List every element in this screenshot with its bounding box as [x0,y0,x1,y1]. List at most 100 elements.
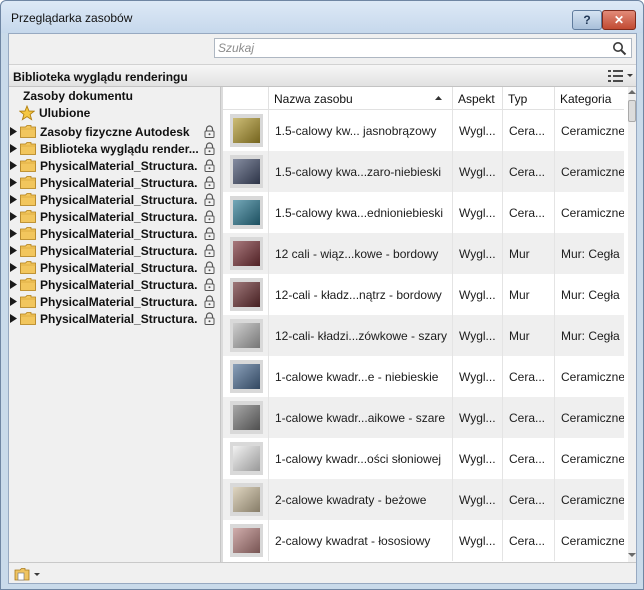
material-swatch [230,114,263,147]
asset-aspect: Wygl... [452,315,502,356]
asset-row[interactable]: 1-calowe kwadr...aikowe - szare Wygl... Ce… [223,397,624,438]
close-button[interactable]: ✕ [602,10,636,30]
expand-arrow-icon[interactable] [10,280,17,289]
tree-item-label: PhysicalMaterial_Structura... [40,192,198,207]
list-view-icon [608,70,633,82]
tree-item-library[interactable]: Biblioteka wyglądu render... [10,140,216,157]
asset-type: Mur [502,315,554,356]
tree-item-library[interactable]: PhysicalMaterial_Structura... [10,174,216,191]
column-header-type[interactable]: Typ [502,87,554,110]
tree-item-library[interactable]: PhysicalMaterial_Structura... [10,276,216,293]
scroll-down-icon[interactable] [628,552,636,558]
search-box[interactable] [214,38,632,58]
scroll-up-icon[interactable] [628,89,636,95]
asset-type: Cera... [502,520,554,561]
lock-icon [204,278,215,291]
expand-arrow-icon[interactable] [10,178,17,187]
expand-arrow-icon[interactable] [10,314,17,323]
material-thumbnail [230,319,263,352]
material-swatch [230,278,263,311]
asset-type: Mur [502,233,554,274]
tree-item-label: Zasoby fizyczne Autodesk [40,124,190,139]
asset-aspect: Wygl... [452,110,502,151]
asset-row[interactable]: 1.5-calowy kwa...zaro-niebieski Wygl... Ce… [223,151,624,192]
asset-name: 1-calowe kwadr...aikowe - szare [268,397,452,438]
search-input[interactable] [218,40,598,56]
tree-item-library[interactable]: PhysicalMaterial_Structura... [10,225,216,242]
lock-icon [204,125,215,138]
scroll-thumb[interactable] [628,100,636,122]
asset-row[interactable]: 2-calowy kwadrat - łososiowy Wygl... Cera.… [223,520,624,561]
tree-item-library[interactable]: PhysicalMaterial_Structura... [10,191,216,208]
tree-item-library[interactable]: PhysicalMaterial_Structura... [10,242,216,259]
bottom-toolbar [9,562,636,583]
asset-aspect: Wygl... [452,397,502,438]
asset-row[interactable]: 1.5-calowy kw... jasnobrązowy Wygl... Cera… [223,110,624,151]
lock-icon [204,176,215,189]
asset-name: 1.5-calowy kw... jasnobrązowy [268,110,452,151]
help-icon: ? [583,13,591,27]
tree-item-label: PhysicalMaterial_Structura... [40,226,198,241]
library-title: Biblioteka wyglądu renderingu [13,70,188,84]
favorites-label: Ulubione [39,106,91,120]
expand-arrow-icon[interactable] [10,144,17,153]
asset-aspect: Wygl... [452,438,502,479]
help-button[interactable]: ? [572,10,602,30]
asset-row[interactable]: 2-calowe kwadraty - beżowe Wygl... Cera...… [223,479,624,520]
tree-item-library[interactable]: PhysicalMaterial_Structura... [10,208,216,225]
search-icon[interactable] [612,41,627,56]
asset-type: Cera... [502,151,554,192]
material-swatch [230,319,263,352]
column-header-aspect[interactable]: Aspekt [452,87,502,110]
column-header-category[interactable]: Kategoria [554,87,624,110]
column-header-name-label: Nazwa zasobu [274,92,353,106]
lock-icon [204,295,215,308]
lock-icon [204,193,215,206]
asset-row[interactable]: 12-cali - kładz...nątrz - bordowy Wygl...… [223,274,624,315]
tree-item-library[interactable]: PhysicalMaterial_Structura... [10,293,216,310]
tree-item-library[interactable]: PhysicalMaterial_Structura... [10,310,216,327]
library-tree: Zasoby dokumentu Ulubione Zasoby fizyczn… [9,87,220,562]
expand-arrow-icon[interactable] [10,212,17,221]
folder-icon [20,193,36,206]
expand-arrow-icon[interactable] [10,127,17,136]
expand-arrow-icon[interactable] [10,297,17,306]
expand-arrow-icon[interactable] [10,229,17,238]
tree-item-label: PhysicalMaterial_Structura... [40,175,198,190]
manage-libraries-button[interactable] [13,566,43,582]
material-thumbnail [230,196,263,229]
vertical-scrollbar[interactable] [628,87,636,562]
title-bar[interactable]: Przeglądarka zasobów ? ✕ [1,1,643,33]
asset-aspect: Wygl... [452,520,502,561]
expand-arrow-icon[interactable] [10,246,17,255]
asset-category: Ceramiczne: K [554,438,624,479]
asset-row[interactable]: 12-cali- kładzi...zówkowe - szary Wygl...… [223,315,624,356]
view-options-button[interactable] [606,68,634,84]
material-swatch [230,401,263,434]
material-swatch [230,360,263,393]
material-swatch [230,196,263,229]
asset-category: Ceramiczne: K [554,356,624,397]
column-header-name[interactable]: Nazwa zasobu [268,87,452,110]
tree-item-library[interactable]: PhysicalMaterial_Structura... [10,259,216,276]
folder-icon [20,244,36,257]
tree-item-document-assets[interactable]: Zasoby dokumentu [23,89,133,103]
tree-item-label: PhysicalMaterial_Structura... [40,260,198,275]
tree-item-library[interactable]: Zasoby fizyczne Autodesk [10,123,216,140]
expand-arrow-icon[interactable] [10,263,17,272]
asset-row[interactable]: 1-calowy kwadr...ości słoniowej Wygl... Ce… [223,438,624,479]
asset-category: Mur: Cegła [554,233,624,274]
asset-row[interactable]: 1.5-calowy kwa...ednioniebieski Wygl... Ce… [223,192,624,233]
tree-item-label: PhysicalMaterial_Structura... [40,243,198,258]
asset-row[interactable]: 12 cali - wiąz...kowe - bordowy Wygl... Mu… [223,233,624,274]
column-header-thumbnail[interactable] [223,87,268,110]
asset-name: 12-cali- kładzi...zówkowe - szary [268,315,452,356]
material-thumbnail [230,401,263,434]
tree-item-favorites[interactable]: Ulubione [19,105,90,121]
expand-arrow-icon[interactable] [10,161,17,170]
tree-item-library[interactable]: PhysicalMaterial_Structura... [10,157,216,174]
asset-name: 2-calowy kwadrat - łososiowy [268,520,452,561]
asset-row[interactable]: 1-calowe kwadr...e - niebieskie Wygl... Ce… [223,356,624,397]
expand-arrow-icon[interactable] [10,195,17,204]
asset-category: Mur: Cegła [554,315,624,356]
